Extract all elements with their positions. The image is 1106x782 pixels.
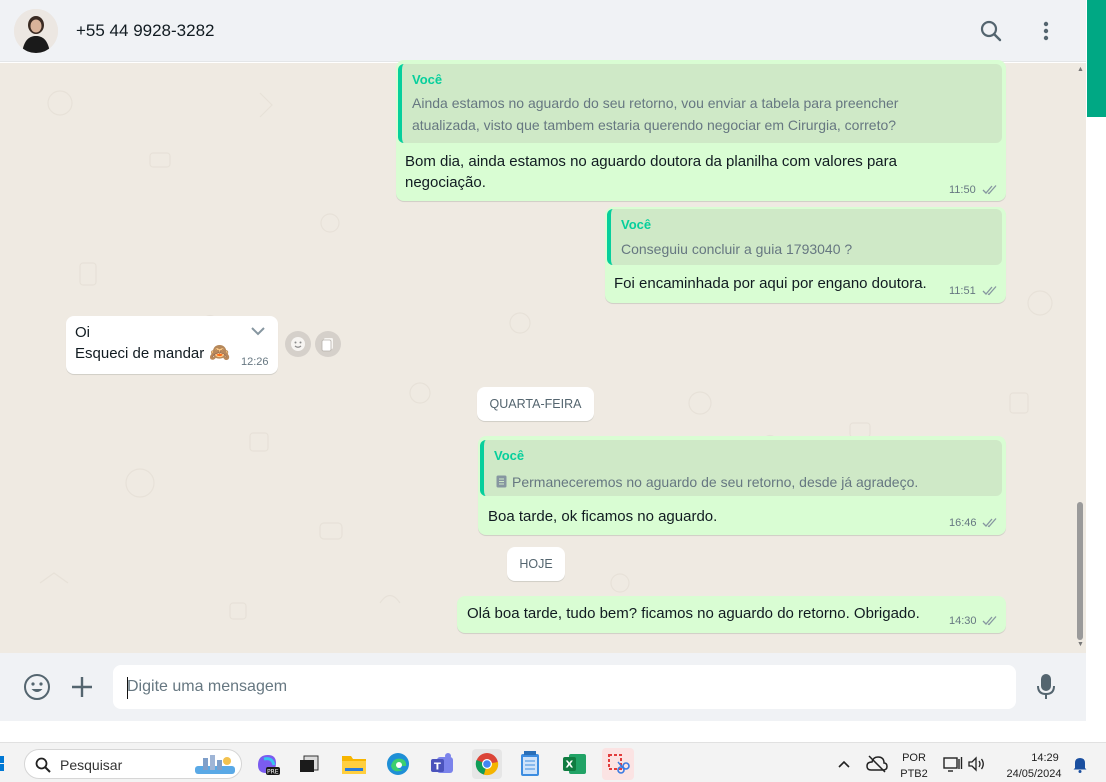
day-separator: HOJE [507, 547, 565, 581]
forward-button[interactable] [315, 331, 341, 357]
message-text: Bom dia, ainda estamos no aguardo doutor… [405, 153, 897, 170]
quoted-message[interactable]: Você Ainda estamos no aguardo do seu ret… [398, 64, 1002, 143]
scroll-up-arrow[interactable]: ▲ [1077, 66, 1084, 73]
window-edge [1086, 0, 1106, 782]
copilot-icon[interactable]: PRE [253, 750, 281, 778]
react-emoji-button[interactable] [285, 331, 311, 357]
network-icon[interactable] [942, 750, 964, 778]
svg-text:PRE: PRE [267, 769, 279, 776]
notification-bell-icon[interactable] [1070, 750, 1090, 778]
svg-text:T: T [434, 762, 441, 773]
monkey-emoji: 🙈 [209, 343, 231, 362]
message-time: 14:30 [949, 615, 977, 627]
quote-text-line: Ainda estamos no aguardo do seu retorno,… [412, 95, 899, 111]
cloud-sync-icon[interactable] [864, 750, 890, 778]
read-ticks-icon [982, 518, 997, 528]
message-time: 11:50 [949, 184, 976, 196]
quote-text: Permaneceremos no aguardo de seu retorno… [512, 474, 919, 490]
read-ticks-icon [982, 286, 997, 296]
snipping-tool-icon[interactable] [602, 748, 634, 780]
excel-icon[interactable]: X [560, 750, 588, 778]
volume-icon[interactable] [965, 750, 987, 778]
text-caret [127, 677, 128, 699]
clock-date[interactable]: 24/05/2024 [1000, 768, 1068, 780]
message-time: 16:46 [949, 517, 977, 529]
day-separator: QUARTA-FEIRA [477, 387, 594, 421]
avatar[interactable] [14, 9, 58, 53]
message-text: Olá boa tarde, tudo bem? ficamos no agua… [467, 605, 920, 622]
chrome-icon[interactable] [472, 749, 502, 779]
notepad-icon[interactable] [516, 750, 544, 778]
copy-icon [321, 338, 333, 352]
quote-text: Conseguiu concluir a guia 1793040 ? [621, 241, 853, 257]
contact-name[interactable]: +55 44 9928-3282 [76, 21, 215, 41]
message-bubble-outgoing[interactable]: Você Permaneceremos no aguardo de seu re… [478, 436, 1006, 535]
smiley-icon [291, 337, 305, 351]
menu-icon[interactable] [1033, 18, 1059, 44]
svg-text:X: X [566, 760, 574, 771]
emoji-icon[interactable] [22, 672, 52, 702]
message-time: 11:51 [949, 285, 976, 297]
message-text: Boa tarde, ok ficamos no aguardo. [488, 508, 718, 525]
clock-time[interactable]: 14:29 [1022, 752, 1068, 764]
windows-taskbar: Pesquisar PRE T X POR PTB2 14:29 24/05/2… [0, 742, 1106, 782]
chevron-up-icon[interactable] [832, 750, 856, 778]
file-explorer-icon[interactable] [340, 750, 368, 778]
message-bubble-incoming[interactable]: Oi Esqueci de mandar 🙈 12:26 [66, 316, 278, 374]
message-bubble-outgoing[interactable]: Você Conseguiu concluir a guia 1793040 ?… [605, 207, 1006, 303]
message-time: 12:26 [241, 356, 269, 368]
message-bubble-outgoing[interactable]: Olá boa tarde, tudo bem? ficamos no agua… [457, 596, 1006, 633]
keyboard-language-line2[interactable]: PTB2 [898, 768, 930, 780]
windows-start-icon[interactable] [0, 750, 8, 778]
read-ticks-icon [982, 616, 997, 626]
message-bubble-outgoing[interactable]: Você Ainda estamos no aguardo do seu ret… [396, 60, 1006, 201]
message-text: Esqueci de mandar [75, 345, 205, 362]
quote-author: Você [412, 72, 443, 87]
document-icon [496, 475, 507, 488]
message-text: Foi encaminhada por aqui por engano dout… [614, 275, 927, 292]
search-highlight-icon [195, 755, 235, 774]
edge-icon[interactable] [384, 750, 412, 778]
quoted-message[interactable]: Você Conseguiu concluir a guia 1793040 ? [607, 209, 1002, 265]
task-view-icon[interactable] [295, 750, 323, 778]
message-text: Oi [75, 324, 90, 341]
scroll-down-arrow[interactable]: ▼ [1077, 641, 1084, 648]
search-icon [35, 757, 51, 773]
keyboard-language-line1[interactable]: POR [898, 752, 930, 764]
teams-icon[interactable]: T [428, 750, 456, 778]
search-icon[interactable] [978, 18, 1004, 44]
message-composer [0, 653, 1086, 721]
taskbar-search-label: Pesquisar [60, 757, 123, 773]
quote-author: Você [494, 448, 525, 463]
scroll-thumb[interactable] [1077, 502, 1083, 640]
chevron-down-icon[interactable] [250, 326, 266, 336]
quote-text-line: atualizada, visto que tambem estaria que… [412, 117, 897, 133]
plus-icon[interactable] [67, 672, 97, 702]
taskbar-search-box[interactable]: Pesquisar [24, 749, 242, 779]
message-input-box[interactable] [113, 665, 1016, 709]
message-text: negociação. [405, 174, 486, 191]
microphone-icon[interactable] [1031, 672, 1061, 702]
read-ticks-icon [982, 185, 997, 195]
message-input[interactable] [127, 665, 987, 709]
quoted-message[interactable]: Você Permaneceremos no aguardo de seu re… [480, 440, 1002, 496]
quote-author: Você [621, 217, 652, 232]
side-accent-bar [1087, 0, 1106, 117]
chat-header: +55 44 9928-3282 [0, 0, 1086, 62]
